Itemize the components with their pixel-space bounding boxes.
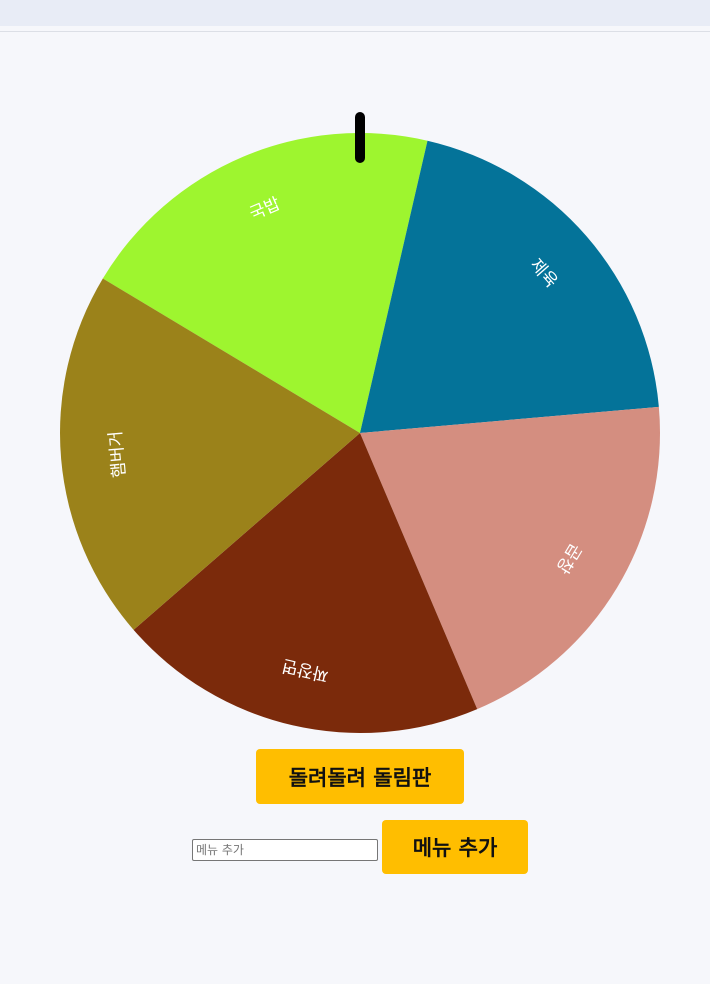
add-menu-button[interactable]: 메뉴 추가 xyxy=(382,820,528,874)
wheel-label-5: 햄버거 xyxy=(106,430,130,478)
wheel-pointer xyxy=(355,112,365,163)
spin-button[interactable]: 돌려돌려 돌림판 xyxy=(256,749,464,804)
add-menu-input[interactable] xyxy=(192,839,378,861)
wheel-segments: 국밥제육곱창짜장면햄버거 xyxy=(60,133,661,733)
roulette-wheel[interactable]: 국밥제육곱창짜장면햄버거 xyxy=(0,0,710,740)
